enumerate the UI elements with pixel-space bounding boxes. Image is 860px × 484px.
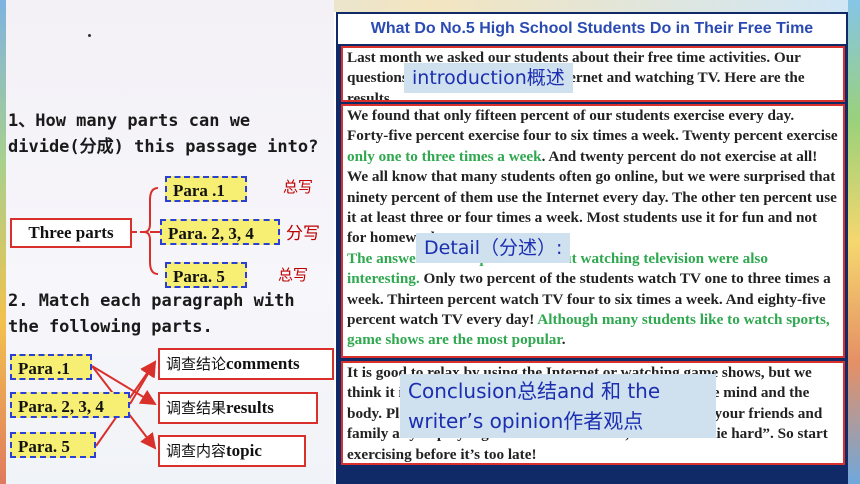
match-left-para-1: Para .1 [10,354,92,380]
decorative-right-border [848,0,860,484]
label-zongxie-2: 总写 [278,266,309,284]
match-right-comments: 调查结论comments [158,348,334,380]
overlay-conclusion: Conclusion总结and 和 the writer’s opinion作者… [400,374,716,438]
paragraph-2-text: We found that only fifteen percent of ou… [347,107,838,165]
question-1: 1、How many parts can we divide(分成) this … [8,111,319,157]
part-para-2-4: Para. 2, 3, 4 [160,219,280,245]
paragraph-2-4: We found that only fifteen percent of ou… [341,104,845,358]
paragraph-4-text: The answers to our questions about watch… [347,249,831,349]
match-right-results: 调查结果results [158,392,318,424]
match-left-para-2-4: Para. 2, 3, 4 [10,392,130,418]
three-parts-box: Three parts [10,218,132,248]
label-zongxie-1: 总写 [283,178,314,196]
question-2: 2. Match each paragraph with the followi… [8,291,295,337]
overlay-detail: Detail（分述）: [416,233,571,263]
decorative-dot [88,34,91,37]
match-left-para-5: Para. 5 [10,432,96,458]
label-fenxie: 分写 [286,224,320,244]
match-right-topic: 调查内容topic [158,435,306,467]
article-title: What Do No.5 High School Students Do in … [338,14,846,44]
part-para-5: Para. 5 [165,262,247,288]
part-para-1: Para .1 [165,176,247,202]
overlay-introduction: introduction概述 [404,63,573,93]
